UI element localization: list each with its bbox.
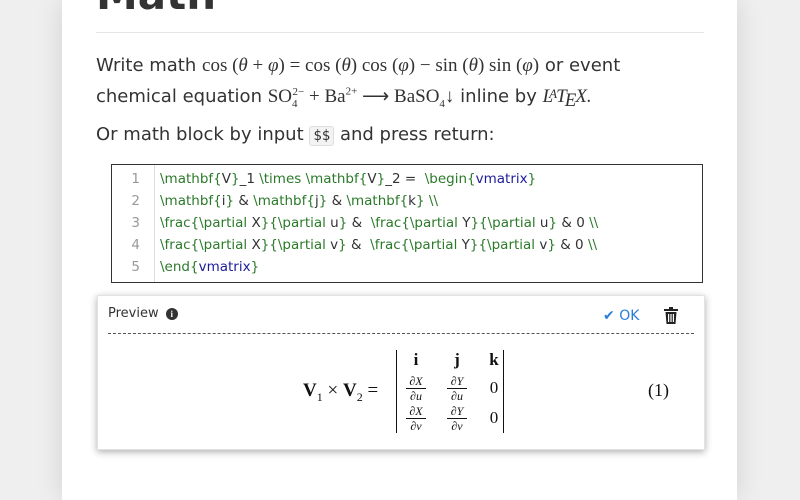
code-line-text: \mathbf{i} & \mathbf{j} & \mathbf{k} \\ [160,193,438,209]
block-instruction: Or math block by input $$ and press retu… [96,121,706,149]
check-icon: ✔ [603,308,615,324]
block-suffix-text: and press return: [339,124,495,145]
ok-label: OK [619,308,640,324]
line-number: 4 [131,237,140,253]
matrix-cell: 0 [489,408,499,427]
inline-math-trig[interactable]: cos (θ + φ) = cos (θ) cos (φ) − sin (θ) … [202,55,539,76]
heading-divider [96,32,704,33]
intro-inline-by-text: inline by [460,86,537,107]
determinant-left-bar [396,350,397,433]
line-number: 5 [131,259,140,275]
preview-header: Preview i [108,306,178,321]
intro-or-event-text: or event [544,55,621,76]
matrix-fraction: ∂Y ∂v [439,404,475,433]
matrix-fraction: ∂Y ∂u [439,374,475,403]
preview-divider [108,333,694,334]
code-line[interactable]: 5 \end{vmatrix} [112,256,702,278]
line-number: 1 [131,171,140,187]
matrix-fraction: ∂X ∂u [398,374,434,403]
code-line[interactable]: 1 \mathbf{V}_1 \times \mathbf{V}_2 = \be… [112,168,702,190]
math-preview-panel: Preview i ✔ OK V1 × V2 = i j k ∂X ∂u ∂Y … [97,295,705,450]
intro-write-text: Write math [96,55,197,76]
matrix-cell: 0 [489,378,499,397]
section-heading: Math [96,0,216,16]
block-prefix-text: Or math block by input [96,124,304,145]
inline-code-dollars: $$ [309,126,335,146]
latex-logo: LATEX. [542,86,592,111]
code-line-text: \end{vmatrix} [160,259,260,275]
code-line[interactable]: 4 \frac{\partial X}{\partial v} & \frac{… [112,234,702,256]
info-circle-icon[interactable]: i [165,308,178,320]
code-line[interactable]: 3 \frac{\partial X}{\partial u} & \frac{… [112,212,702,234]
matrix-cell: i [413,350,419,369]
inline-math-chemical[interactable]: SO42− + Ba2+ ⟶ BaSO4↓ [268,86,455,109]
matrix-fraction: ∂X ∂v [398,404,434,433]
matrix-cell: k [489,350,499,369]
intro-paragraph: Write math cos (θ + φ) = cos (θ) cos (φ)… [96,52,706,115]
code-line-text: \frac{\partial X}{\partial v} & \frac{\p… [160,237,598,253]
matrix-cell: j [454,350,460,369]
math-source-editor[interactable]: 1 \mathbf{V}_1 \times \mathbf{V}_2 = \be… [111,164,703,283]
equation-lhs: V1 × V2 = [303,380,379,404]
ok-button[interactable]: ✔ OK [603,308,639,324]
rendered-equation: V1 × V2 = i j k ∂X ∂u ∂Y ∂u 0 ∂X ∂v ∂Y ∂v 0 … [98,342,704,442]
preview-label: Preview [108,306,159,321]
code-line-text: \frac{\partial X}{\partial u} & \frac{\p… [160,215,599,231]
line-number: 2 [131,193,140,209]
intro-chem-text: chemical equation [96,86,262,107]
trash-icon[interactable] [664,307,678,328]
line-number: 3 [131,215,140,231]
code-line-text: \mathbf{V}_1 \times \mathbf{V}_2 = \begi… [160,171,537,187]
code-line[interactable]: 2 \mathbf{i} & \mathbf{j} & \mathbf{k} \… [112,190,702,212]
document-page: Math Write math cos (θ + φ) = cos (θ) co… [62,0,737,500]
equation-number: (1) [648,380,669,400]
